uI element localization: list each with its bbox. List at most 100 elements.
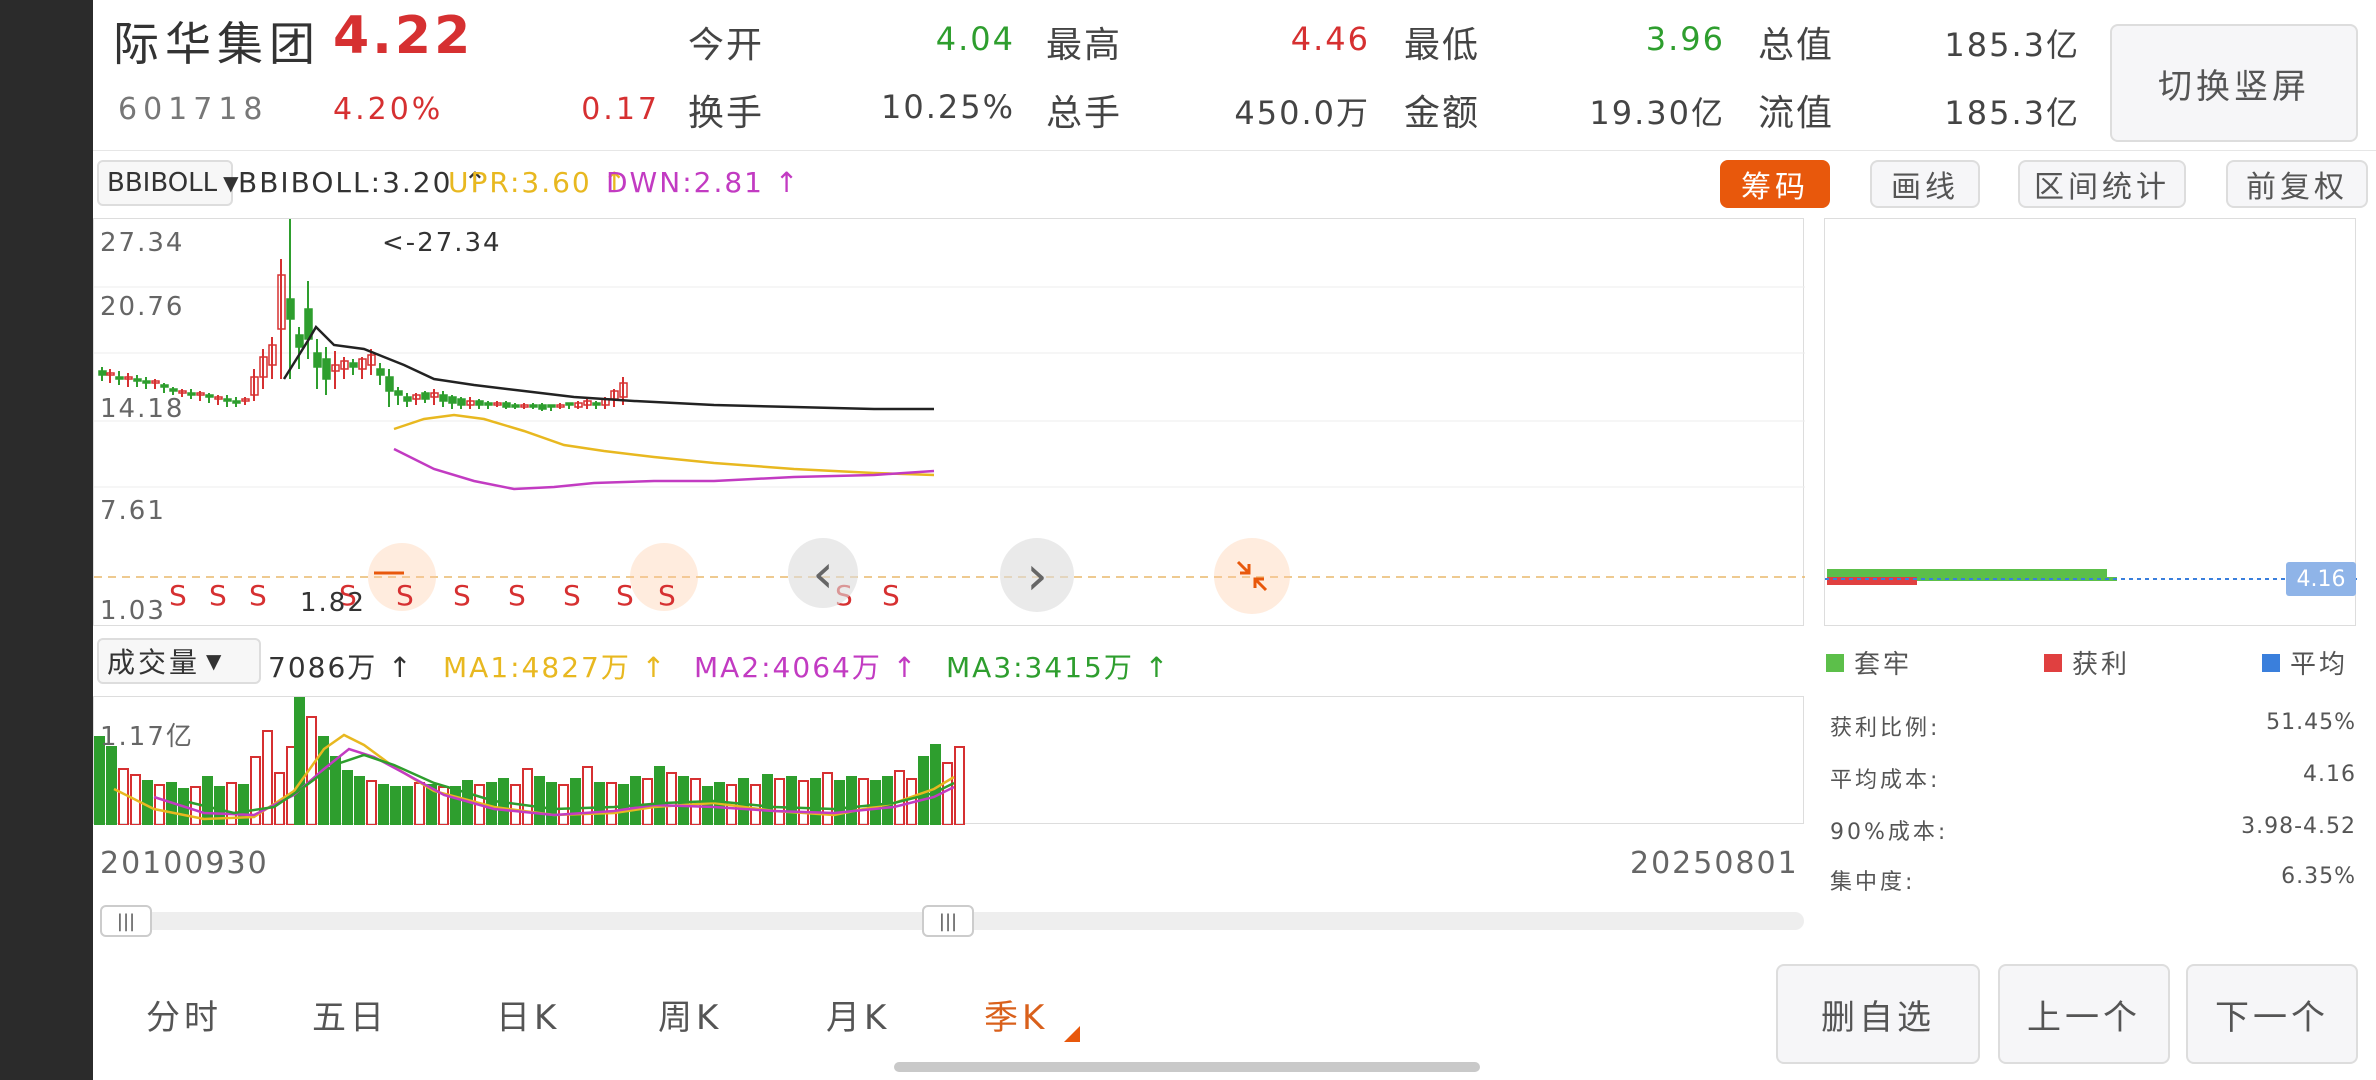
volume-bar <box>154 784 165 825</box>
volume-bar <box>882 776 893 825</box>
candle-body <box>502 402 511 408</box>
candle-body <box>475 400 484 406</box>
grip-icon: ||| <box>938 910 958 932</box>
price-axis-label: 1.03 <box>100 596 166 626</box>
price-axis-label: 27.34 <box>100 228 185 258</box>
home-indicator-bar <box>894 1062 1480 1072</box>
current-price: 4.22 <box>333 6 474 66</box>
volume-bar <box>834 780 845 825</box>
volume-bar <box>630 776 641 825</box>
candle-body <box>547 404 556 408</box>
previous-stock-button[interactable]: 上一个 <box>1998 964 2170 1064</box>
quote-value-low: 3.96 <box>1645 20 1725 58</box>
switch-portrait-button[interactable]: 切换竖屏 <box>2110 24 2358 142</box>
volume-bar <box>654 766 665 825</box>
indicator-selector[interactable]: BBIBOLL ▼ <box>97 160 239 206</box>
change-percent: 4.20% <box>333 92 444 127</box>
volume-bar <box>942 762 953 825</box>
volume-bar <box>294 697 305 825</box>
candle-body <box>511 404 520 408</box>
candle-body <box>538 404 547 410</box>
candle-body <box>394 390 403 396</box>
volume-bar <box>570 778 581 825</box>
candle-body <box>160 384 169 388</box>
candle-body <box>349 362 358 368</box>
volume-svg <box>94 697 965 825</box>
tab-monthly-k[interactable]: 月K <box>826 990 890 1039</box>
kline-chart[interactable]: SSSSSSSSSSSS <box>93 218 1805 626</box>
volume-bar <box>534 776 545 825</box>
tab-quarterly-k[interactable]: 季K <box>984 990 1048 1039</box>
forward-adjust-button[interactable]: 前复权 <box>2226 160 2368 208</box>
legend-trapped: 套牢 <box>1826 644 1912 681</box>
volume-bar <box>106 746 117 825</box>
quote-label-total-value: 总值 <box>1758 25 1835 66</box>
price-axis-label: 14.18 <box>100 394 185 424</box>
stock-name: 际华集团 <box>113 17 321 71</box>
volume-chart[interactable] <box>93 696 1804 825</box>
stat-value-concentration: 6.35% <box>2281 864 2356 889</box>
candle-body <box>223 398 232 402</box>
signal-marker-s: S <box>453 579 471 612</box>
candle-body <box>457 398 466 406</box>
chips-button[interactable]: 筹码 <box>1720 160 1830 208</box>
tab-weekly-k[interactable]: 周K <box>658 990 722 1039</box>
range-slider-right-handle[interactable]: ||| <box>922 905 974 937</box>
stat-value-average-cost: 4.16 <box>2303 762 2356 787</box>
range-stats-button[interactable]: 区间统计 <box>2018 160 2186 208</box>
indicator-selector-label: BBIBOLL <box>107 168 218 198</box>
volume-bar <box>786 776 797 825</box>
volume-bar <box>582 766 593 825</box>
volume-value: 7086万 ↑ <box>268 651 414 684</box>
candle-body <box>295 334 304 348</box>
volume-bar <box>846 776 857 825</box>
chevron-right-icon[interactable]: › <box>1000 538 1074 612</box>
remove-watchlist-button[interactable]: 删自选 <box>1776 964 1980 1064</box>
dwn-line <box>393 447 935 491</box>
stat-value-profit-ratio: 51.45% <box>2266 710 2356 735</box>
volume-bar <box>666 772 677 825</box>
chevron-left-icon[interactable]: ‹ <box>788 538 858 608</box>
volume-bar <box>594 782 605 825</box>
candle-body <box>286 298 295 320</box>
quote-label-volume: 总手 <box>1046 93 1123 134</box>
legend-swatch <box>1826 653 1844 672</box>
volume-bar <box>378 784 389 825</box>
volume-bar <box>238 784 249 825</box>
volume-bar <box>858 778 869 825</box>
quote-value-turnover: 10.25% <box>880 88 1015 126</box>
quote-label-turnover: 换手 <box>688 93 765 134</box>
left-edge-bar <box>0 0 93 1080</box>
stat-label-concentration: 集中度: <box>1830 870 1916 895</box>
volume-bar <box>558 784 569 825</box>
date-axis-end: 20250801 <box>1630 846 1799 881</box>
candle-body <box>565 402 574 406</box>
quote-label-low: 最低 <box>1404 25 1481 66</box>
signal-marker-s: S <box>209 579 227 612</box>
chip-distribution-chart[interactable] <box>1824 218 2357 626</box>
active-tab-corner-icon <box>1064 1026 1080 1042</box>
volume-bar <box>522 768 533 825</box>
volume-axis-label: 1.17亿 <box>100 722 194 752</box>
date-axis-start: 20100930 <box>100 846 269 881</box>
tab-intraday[interactable]: 分时 <box>146 990 222 1039</box>
tab-daily-k[interactable]: 日K <box>496 990 560 1039</box>
candle-body <box>115 376 124 380</box>
volume-bar <box>190 786 201 825</box>
volume-bar <box>954 746 965 825</box>
max-price-annotation: <-27.34 <box>382 228 502 258</box>
volume-indicator-selector[interactable]: 成交量 ▼ <box>97 638 261 684</box>
signal-marker-s: S <box>508 579 526 612</box>
tab-five-day[interactable]: 五日 <box>312 990 388 1039</box>
collapse-arrows-icon[interactable] <box>1214 538 1290 614</box>
draw-line-button[interactable]: 画线 <box>1870 160 1980 208</box>
volume-bar <box>402 786 413 825</box>
next-stock-button[interactable]: 下一个 <box>2186 964 2358 1064</box>
quote-value-open: 4.04 <box>935 20 1015 58</box>
range-slider-left-handle[interactable]: ||| <box>100 905 152 937</box>
stock-code: 601718 <box>118 92 269 127</box>
volume-bar <box>642 778 653 825</box>
volume-bar <box>546 782 557 825</box>
quote-value-volume: 450.0万 <box>1234 94 1370 132</box>
candle-body <box>187 392 196 396</box>
